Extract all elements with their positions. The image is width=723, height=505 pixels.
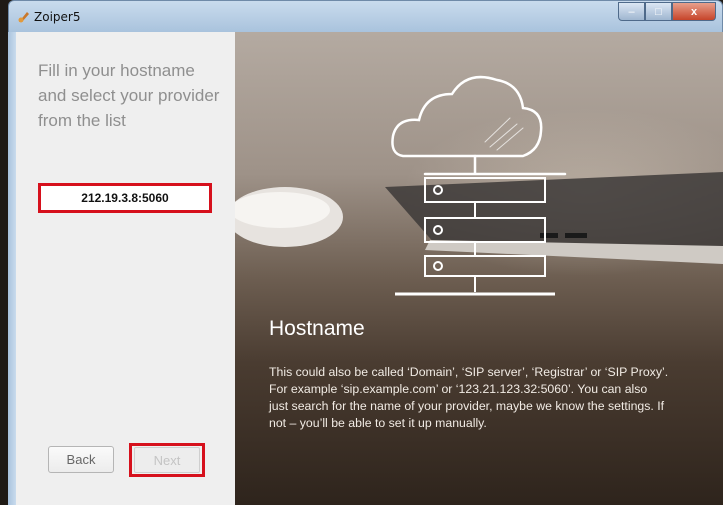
cloud-icon (391, 75, 567, 176)
panel-description: This could also be called ‘Domain’, ‘SIP… (269, 365, 669, 430)
window-frame (8, 32, 16, 505)
zoiper-logo-icon (18, 12, 29, 23)
info-panel: Hostname This could also be called ‘Doma… (235, 32, 723, 505)
setup-left-panel: Fill in your hostname and select your pr… (16, 32, 235, 505)
hostname-value: 212.19.3.8:5060 (81, 191, 169, 205)
close-button[interactable]: x (672, 2, 716, 21)
maximize-button[interactable]: □ (645, 2, 672, 21)
minimize-button[interactable]: – (618, 2, 645, 21)
hostname-input[interactable]: 212.19.3.8:5060 (38, 183, 212, 213)
back-button[interactable]: Back (48, 446, 114, 473)
cloud-server-illustration (235, 75, 723, 296)
window-title: Zoiper5 (34, 10, 81, 24)
mouse-image (235, 187, 343, 247)
next-button[interactable]: Next (134, 447, 200, 473)
window-controls: – □ x (618, 2, 716, 21)
zoiper-window: Zoiper5 – □ x Fill in your hostname and … (0, 0, 723, 505)
title-bar[interactable]: Zoiper5 – □ x (8, 0, 723, 32)
instruction-heading: Fill in your hostname and select your pr… (38, 61, 220, 130)
panel-title: Hostname (269, 317, 365, 340)
